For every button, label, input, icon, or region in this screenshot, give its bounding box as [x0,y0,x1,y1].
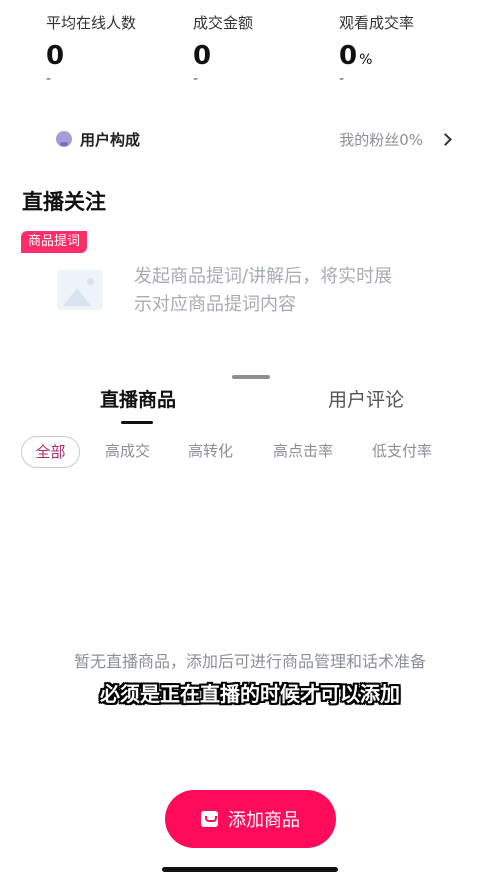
add-product-button[interactable]: 添加商品 [165,790,336,848]
stat-delta: - [46,71,52,87]
chevron-right-icon[interactable] [439,132,452,146]
tab-live-products[interactable]: 直播商品 [100,385,176,412]
prompt-tag: 商品提词 [21,231,88,253]
add-product-label: 添加商品 [228,810,300,831]
stat-value: 0 [46,41,65,71]
filter-low-payment[interactable]: 低支付率 [372,436,432,468]
home-indicator [162,867,338,872]
stat-online-viewers: 平均在线人数 0 - [46,12,136,87]
audience-composition-row[interactable]: 用户构成 我的粉丝0% [56,124,452,154]
stats-panel: 平均在线人数 0 - 成交金额 0 - 观看成交率 0% - [0,12,500,102]
image-placeholder-icon [57,270,103,310]
tab-bar: 直播商品 用户评论 [0,385,500,425]
stat-delta: - [339,71,345,87]
filter-high-conversion[interactable]: 高转化 [188,436,233,468]
filter-high-sales[interactable]: 高成交 [105,436,150,468]
stat-value: 0 [193,41,212,71]
tab-user-comments[interactable]: 用户评论 [328,385,404,412]
audience-title: 用户构成 [80,130,141,149]
stat-label: 平均在线人数 [46,14,137,32]
filter-all[interactable]: 全部 [21,436,80,468]
filter-chips: 全部 高成交 高转化 高点击率 低支付率 [21,436,500,468]
stat-label: 观看成交率 [339,14,415,32]
active-tab-indicator [121,421,153,424]
stat-label: 成交金额 [193,14,254,32]
drag-handle[interactable] [232,375,270,379]
section-title: 直播关注 [22,190,106,214]
prompt-placeholder-text: 发起商品提词/讲解后，将实时展示对应商品提词内容 [134,266,393,315]
stat-unit: % [359,52,373,68]
stat-value: 0% [339,41,373,71]
video-subtitle: 必须是正在直播的时候才可以添加 [100,682,400,706]
stat-delta: - [193,71,199,87]
empty-state-text: 暂无直播商品，添加后可进行商品管理和话术准备 [73,652,426,671]
shopping-bag-icon [201,811,218,827]
fans-ratio: 我的粉丝0% [339,130,423,149]
filter-high-ctr[interactable]: 高点击率 [273,436,333,468]
user-group-icon [56,131,72,147]
stat-conversion-rate: 观看成交率 0% - [339,12,414,87]
stat-sales-amount: 成交金额 0 - [193,12,253,87]
